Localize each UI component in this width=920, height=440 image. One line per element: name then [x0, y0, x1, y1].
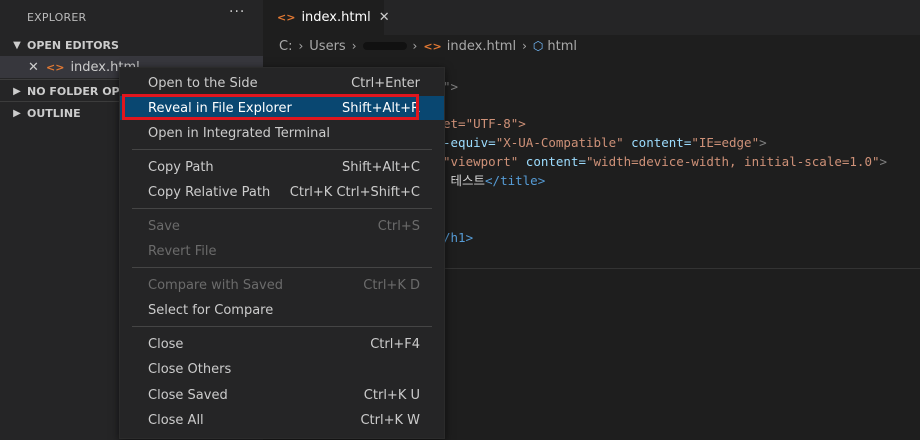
- menu-item-close-others[interactable]: Close Others: [120, 357, 444, 381]
- code-line: "viewport" content="width=device-width, …: [443, 154, 888, 169]
- chevron-down-icon: ▼: [13, 39, 21, 51]
- breadcrumb-separator: ›: [298, 39, 304, 53]
- breadcrumb-file[interactable]: index.html: [447, 39, 516, 54]
- breadcrumb-drive[interactable]: C:: [279, 39, 292, 54]
- breadcrumb-separator: ›: [412, 39, 418, 53]
- more-actions-icon[interactable]: ···: [229, 4, 245, 20]
- open-editors-section[interactable]: ▼ OPEN EDITORS: [0, 34, 263, 56]
- menu-item-copy-path[interactable]: Copy Path Shift+Alt+C: [120, 155, 444, 179]
- menu-item-save: Save Ctrl+S: [148, 218, 420, 234]
- menu-item-compare-with-saved: Compare with Saved Ctrl+K D: [148, 277, 420, 293]
- menu-separator: [132, 267, 432, 268]
- tab-index-html[interactable]: <> index.html ✕: [263, 0, 390, 35]
- breadcrumb: C: › Users › › <> index.html › ⬡ html: [279, 37, 577, 55]
- breadcrumb-separator: ›: [351, 39, 357, 53]
- menu-item-copy-relative-path[interactable]: Copy Relative Path Ctrl+K Ctrl+Shift+C: [120, 180, 444, 204]
- html-file-icon: <>: [277, 11, 296, 24]
- open-editors-label: OPEN EDITORS: [27, 38, 119, 52]
- breadcrumb-element[interactable]: html: [547, 39, 577, 54]
- breadcrumb-separator: ›: [522, 39, 527, 53]
- outline-label: OUTLINE: [27, 106, 81, 120]
- menu-separator: [132, 208, 432, 209]
- menu-item-close[interactable]: Close Ctrl+F4: [120, 332, 444, 356]
- context-menu: Open to the Side Ctrl+Enter Reveal in Fil…: [119, 67, 445, 439]
- code-line: et="UTF-8">: [443, 116, 526, 131]
- html-file-icon: <>: [423, 39, 442, 53]
- redacted-username: [362, 42, 407, 50]
- menu-item-close-all[interactable]: Close All Ctrl+K W: [120, 408, 444, 432]
- close-icon[interactable]: ✕: [379, 10, 390, 25]
- chevron-right-icon: ▶: [13, 107, 21, 119]
- html-file-icon: <>: [46, 60, 65, 74]
- menu-item-open-to-side[interactable]: Open to the Side Ctrl+Enter: [120, 71, 444, 95]
- chevron-right-icon: ▶: [13, 85, 21, 97]
- explorer-title: EXPLORER: [27, 11, 87, 24]
- menu-separator: [132, 326, 432, 327]
- menu-item-select-for-compare[interactable]: Select for Compare: [120, 298, 444, 322]
- menu-separator: [132, 149, 432, 150]
- symbol-element-icon: ⬡: [532, 39, 544, 53]
- code-line: ">: [443, 79, 459, 94]
- annotation-highlight-box: [122, 94, 419, 120]
- menu-item-open-in-terminal[interactable]: Open in Integrated Terminal: [120, 121, 444, 145]
- code-line: 테스트</title>: [443, 173, 546, 188]
- tab-label: index.html: [301, 10, 371, 25]
- menu-item-revert-file: Revert File: [148, 243, 217, 259]
- menu-item-close-saved[interactable]: Close Saved Ctrl+K U: [120, 383, 444, 407]
- breadcrumb-users[interactable]: Users: [309, 39, 345, 54]
- code-line: -equiv="X-UA-Compatible" content="IE=edg…: [443, 135, 767, 150]
- close-icon[interactable]: ✕: [28, 60, 40, 75]
- editor-tab-bar: <> index.html ✕: [263, 0, 920, 35]
- code-line: /h1>: [443, 230, 474, 245]
